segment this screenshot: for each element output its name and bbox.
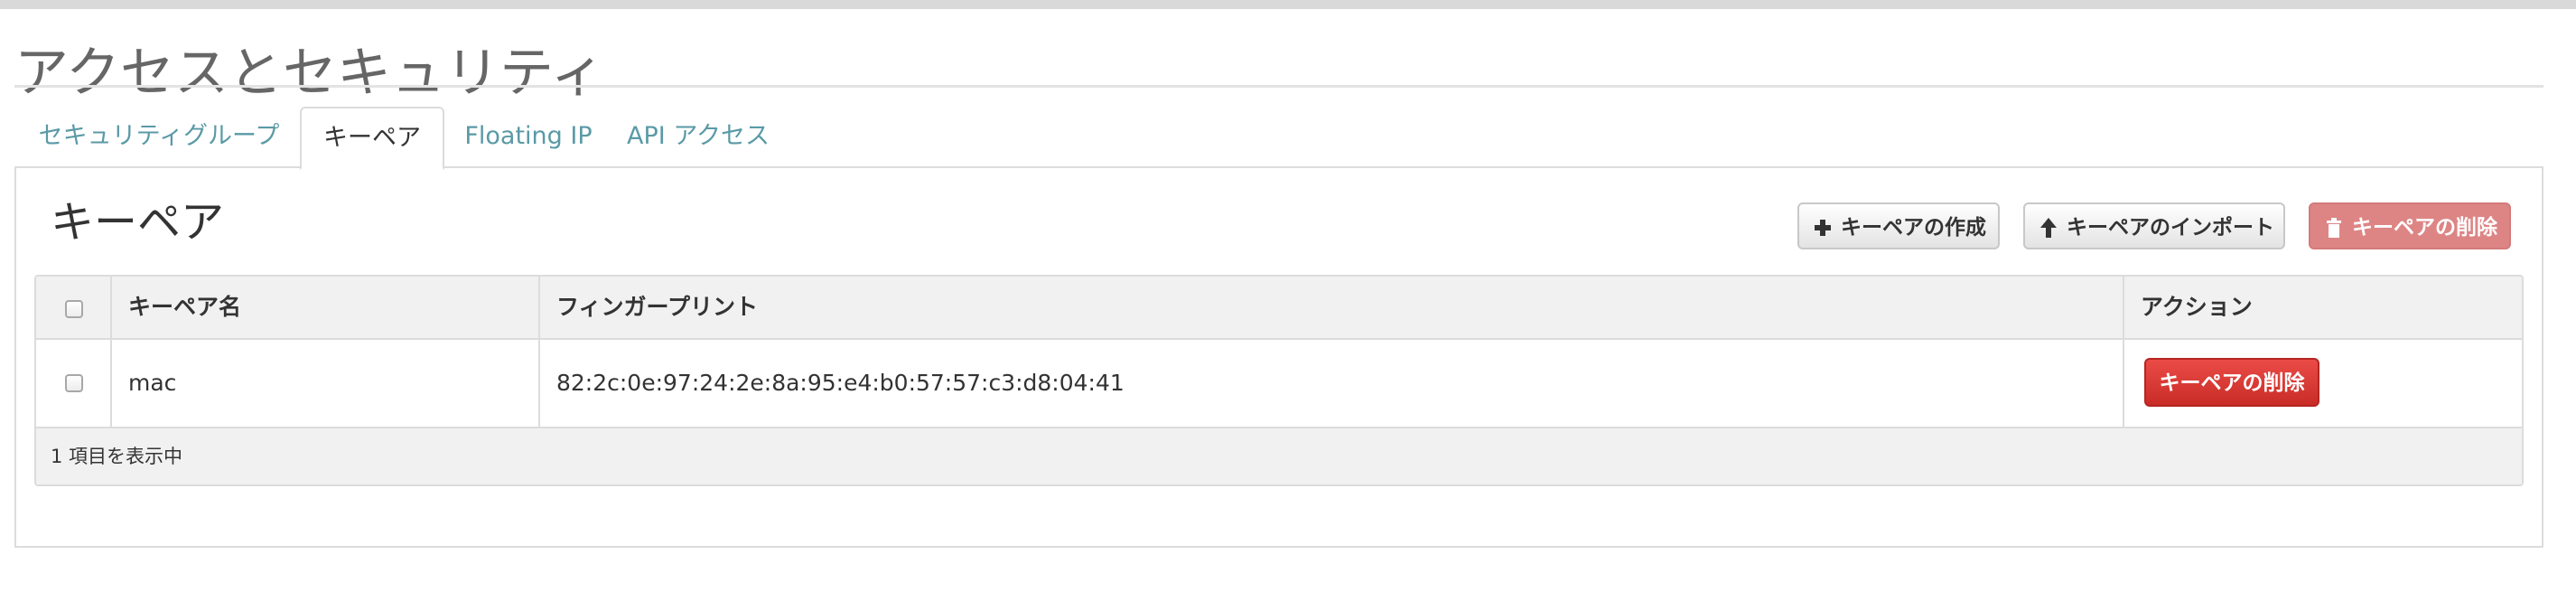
item-count: 1 項目を表示中: [51, 446, 183, 467]
column-header-actions: アクション: [2141, 294, 2253, 320]
table-header: キーペア名 フィンガープリント アクション: [36, 277, 2522, 340]
column-header-fingerprint: フィンガープリント: [556, 294, 759, 320]
tab-bar: セキュリティグループ キーペア Floating IP API アクセス: [14, 107, 2543, 170]
top-bar: [0, 0, 2576, 9]
delete-key-pairs-label: キーペアの削除: [2352, 216, 2497, 240]
import-key-pair-label: キーペアのインポート: [2067, 216, 2274, 240]
page-title: アクセスとセキュリティ: [14, 42, 605, 106]
delete-key-pairs-button[interactable]: キーペアの削除: [2309, 202, 2511, 249]
import-key-pair-button[interactable]: キーペアのインポート: [2023, 202, 2285, 249]
column-divider: [110, 277, 112, 428]
create-key-pair-button[interactable]: キーペアの作成: [1797, 202, 2000, 249]
tab-api-access[interactable]: API アクセス: [614, 107, 782, 166]
tab-security-groups[interactable]: セキュリティグループ: [23, 107, 294, 166]
row-checkbox[interactable]: [65, 374, 83, 392]
table-footer: 1 項目を表示中: [36, 428, 2522, 484]
tab-floating-ip[interactable]: Floating IP: [453, 107, 603, 166]
column-divider: [538, 277, 540, 428]
key-pair-fingerprint: 82:2c:0e:97:24:2e:8a:95:e4:b0:57:57:c3:d…: [556, 370, 1125, 396]
key-pairs-panel: キーペア キーペアの作成 キーペアのインポート キーペアの削除 キーペア名 フィ…: [14, 166, 2543, 548]
panel-title: キーペア: [51, 197, 225, 248]
select-all-checkbox[interactable]: [65, 300, 83, 318]
column-divider: [2123, 277, 2124, 428]
key-pair-name: mac: [128, 370, 177, 396]
key-pairs-table: キーペア名 フィンガープリント アクション mac 82:2c:0e:97:24…: [34, 275, 2524, 486]
table-row: mac 82:2c:0e:97:24:2e:8a:95:e4:b0:57:57:…: [36, 340, 2522, 428]
tab-key-pairs[interactable]: キーペア: [300, 107, 444, 170]
column-header-name: キーペア名: [128, 294, 242, 320]
arrow-up-icon: [2038, 204, 2059, 251]
create-key-pair-label: キーペアの作成: [1841, 216, 1986, 240]
title-divider: [14, 85, 2543, 88]
trash-icon: [2323, 204, 2345, 251]
row-delete-key-pair-button[interactable]: キーペアの削除: [2144, 358, 2319, 407]
plus-icon: [1812, 204, 1834, 251]
